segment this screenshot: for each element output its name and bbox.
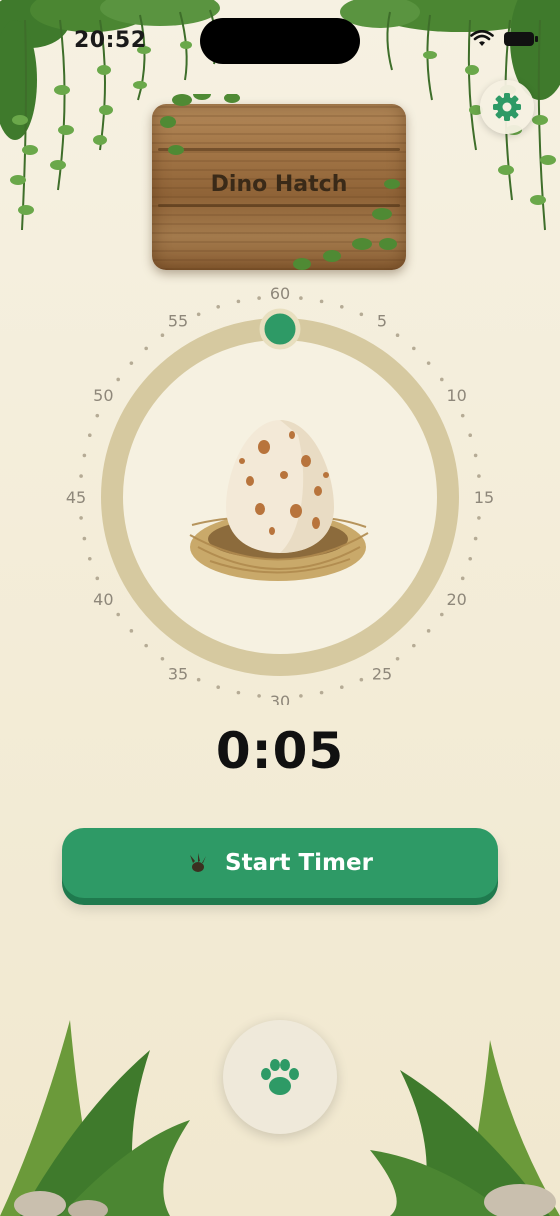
dial-label-40: 40 bbox=[93, 590, 113, 609]
dial-tick bbox=[460, 576, 465, 581]
dial-tick bbox=[79, 474, 83, 478]
dial-tick bbox=[468, 433, 473, 437]
dial-label-20: 20 bbox=[446, 590, 466, 609]
dial-tick bbox=[412, 346, 416, 351]
status-icons bbox=[470, 30, 538, 48]
title-sign: Dino Hatch bbox=[152, 94, 406, 270]
dial-tick bbox=[460, 413, 465, 418]
gear-icon bbox=[493, 93, 521, 121]
dial-tick bbox=[116, 377, 120, 382]
dial-tick bbox=[216, 304, 220, 309]
dial-tick bbox=[299, 296, 303, 300]
wifi-icon bbox=[470, 30, 494, 46]
dial-label-5: 5 bbox=[377, 311, 387, 330]
ferns-right bbox=[370, 1040, 560, 1216]
dial-tick bbox=[87, 433, 92, 437]
dial-tick bbox=[196, 312, 201, 317]
dial-tick bbox=[440, 377, 444, 382]
dial-tick bbox=[468, 557, 473, 561]
dial-tick bbox=[477, 516, 481, 520]
start-timer-label: Start Timer bbox=[225, 850, 373, 876]
dial-tick bbox=[144, 346, 148, 351]
dial-tick bbox=[477, 474, 481, 478]
dial-tick bbox=[129, 361, 134, 365]
dial-tick bbox=[160, 657, 165, 661]
sign-vines bbox=[160, 94, 400, 270]
start-timer-button[interactable]: Start Timer bbox=[62, 828, 498, 898]
dial-tick bbox=[257, 296, 261, 300]
dial-tick bbox=[426, 361, 431, 365]
dial-label-50: 50 bbox=[93, 386, 113, 405]
dial-tick bbox=[359, 677, 364, 682]
dial-tick bbox=[299, 694, 303, 698]
dial-tick bbox=[82, 536, 87, 541]
dial-tick bbox=[340, 304, 344, 309]
dial-tick bbox=[95, 413, 100, 418]
dial-tick bbox=[87, 557, 92, 561]
dial-label-35: 35 bbox=[168, 665, 188, 684]
dial-tick bbox=[95, 576, 100, 581]
dial-tick bbox=[319, 690, 324, 695]
dial-knob[interactable] bbox=[259, 308, 301, 350]
timer-dial[interactable]: 60 5 10 15 20 25 30 35 40 45 50 55 bbox=[60, 285, 500, 705]
paw-icon bbox=[261, 1059, 299, 1095]
dial-tick bbox=[196, 677, 201, 682]
dial-tick bbox=[82, 453, 87, 458]
dial-tick bbox=[340, 685, 344, 690]
dial-tick bbox=[116, 612, 120, 617]
dial-tick bbox=[473, 536, 478, 541]
dial-tick bbox=[395, 657, 400, 661]
dial-tick bbox=[144, 643, 148, 648]
dial-tick bbox=[359, 312, 364, 317]
dial-label-45: 45 bbox=[66, 488, 86, 507]
dial-label-60: 60 bbox=[270, 285, 290, 303]
dial-label-30: 30 bbox=[270, 692, 290, 705]
dial-tick bbox=[236, 690, 241, 695]
ferns-left bbox=[0, 1020, 190, 1216]
dial-label-10: 10 bbox=[446, 386, 466, 405]
dial-tick bbox=[216, 685, 220, 690]
dino-footprint-icon bbox=[190, 853, 207, 872]
dynamic-island bbox=[200, 18, 360, 64]
dial-tick bbox=[129, 629, 134, 633]
status-time: 20:52 bbox=[74, 28, 147, 53]
dial-label-55: 55 bbox=[168, 311, 188, 330]
battery-icon bbox=[504, 32, 538, 46]
paw-button[interactable] bbox=[223, 1020, 337, 1134]
dial-tick bbox=[257, 694, 261, 698]
dial-tick bbox=[440, 612, 444, 617]
dial-tick bbox=[319, 299, 324, 304]
dial-label-15: 15 bbox=[474, 488, 494, 507]
settings-button[interactable] bbox=[480, 80, 534, 134]
dial-tick bbox=[426, 629, 431, 633]
timer-display: 0:05 bbox=[215, 722, 345, 780]
dial-label-25: 25 bbox=[372, 665, 392, 684]
dial-tick bbox=[236, 299, 241, 304]
dial-tick bbox=[473, 453, 478, 458]
dial-tick bbox=[412, 643, 416, 648]
dial-tick bbox=[395, 333, 400, 337]
dial-tick bbox=[79, 516, 83, 520]
dial-tick bbox=[160, 333, 165, 337]
